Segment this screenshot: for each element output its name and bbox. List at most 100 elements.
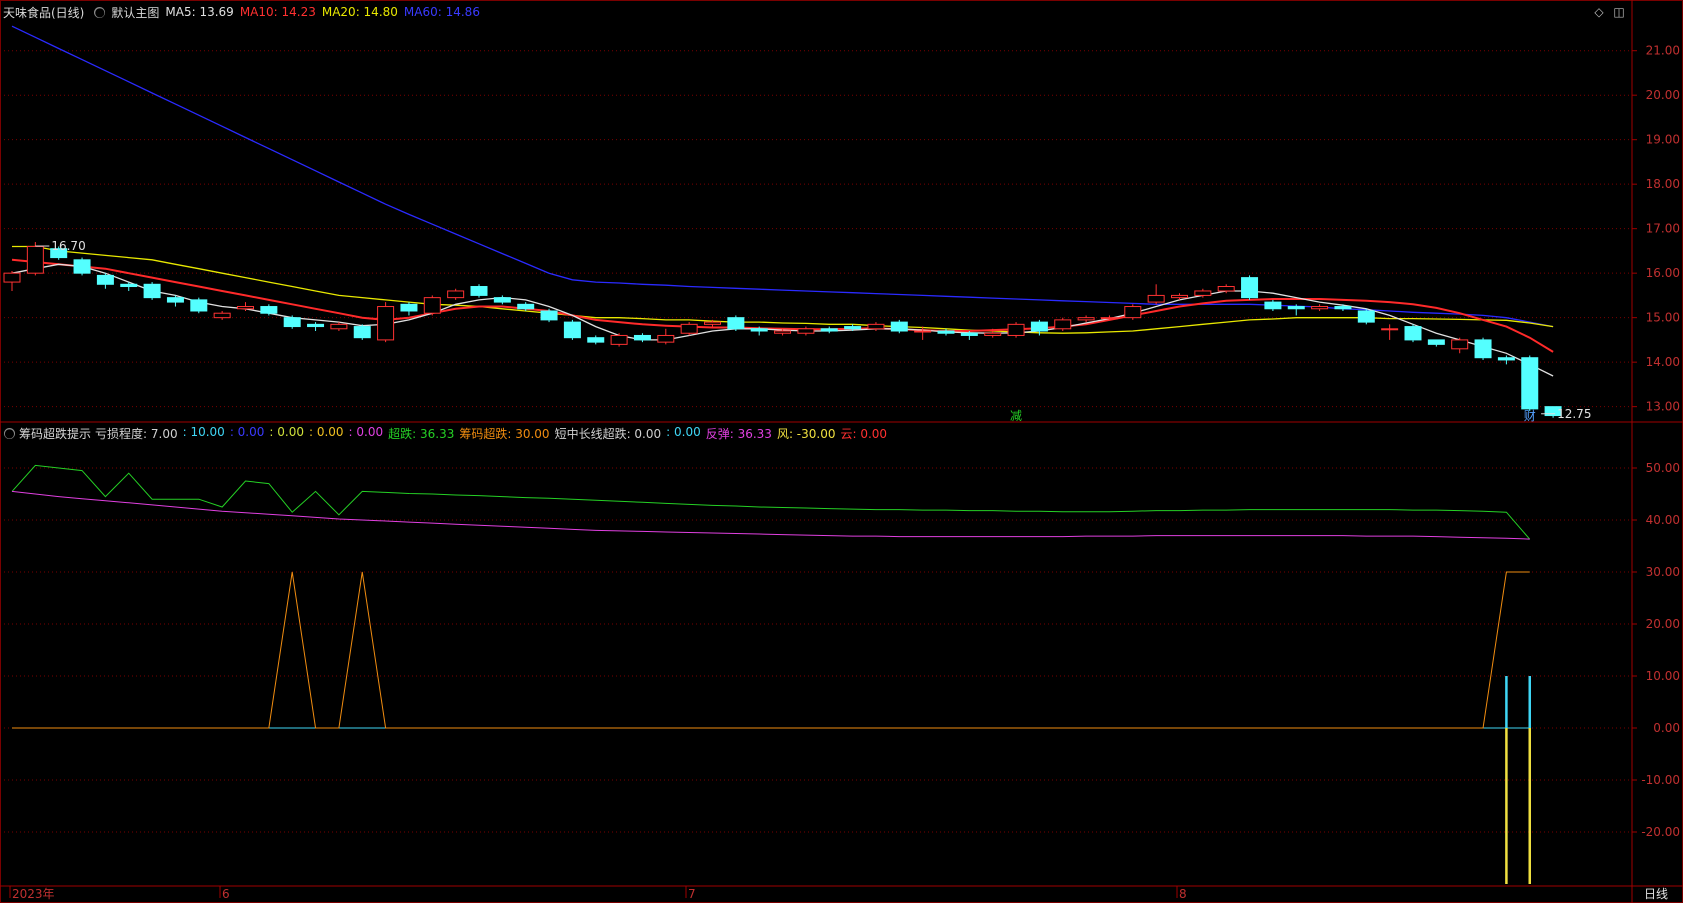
- indicator-value-1: : 10.00: [182, 424, 225, 439]
- indicator-line-反弹: [11, 490, 1530, 540]
- candle-body: [727, 317, 745, 330]
- candle-body: [423, 297, 441, 314]
- candle-body: [1054, 319, 1072, 330]
- candle-body: [260, 306, 278, 314]
- ma60-label: MA60: 14.86: [403, 5, 480, 19]
- period-button[interactable]: 日线: [1644, 887, 1668, 901]
- candle-body: [493, 297, 511, 303]
- candle-body: [330, 323, 348, 330]
- candle-body: [307, 323, 325, 328]
- candle-body: [1124, 306, 1142, 319]
- indicator-value-0: 亏损程度: 7.00: [95, 426, 178, 441]
- indicator-header: ● 筹码超跌提示 亏损程度: 7.00 : 10.00 : 0.00 : 0.00 : …: [0, 424, 1632, 442]
- indicator-name[interactable]: 筹码超跌提示: [19, 425, 91, 442]
- candle-body: [377, 306, 395, 341]
- candle-body: [190, 299, 208, 312]
- price-axis-label: 15.00: [1646, 311, 1680, 325]
- candle-body: [1474, 339, 1492, 359]
- time-axis-label: 6: [222, 887, 230, 901]
- candle-body: [1100, 317, 1118, 320]
- candle-body: [633, 334, 651, 341]
- candle-body: [774, 330, 792, 334]
- candle-body: [1287, 306, 1305, 310]
- candle-body: [1334, 306, 1352, 310]
- price-axis-label: 21.00: [1646, 44, 1680, 58]
- candle-body: [820, 328, 838, 332]
- candle-body: [844, 326, 862, 330]
- indicator-value-4: : 0.00: [308, 424, 344, 439]
- indicator-axis-label: 20.00: [1646, 617, 1680, 631]
- time-axis-label: 2023年: [12, 887, 55, 901]
- candle-body: [213, 312, 231, 319]
- candle-body: [937, 330, 955, 334]
- candle-body: [960, 332, 978, 336]
- candle-body: [353, 326, 371, 339]
- panel-toggle-icon[interactable]: ◫: [1612, 5, 1626, 19]
- low-price-label: 12.75: [1557, 407, 1591, 421]
- candle-body: [1030, 321, 1048, 332]
- candle-body: [1357, 310, 1375, 323]
- ma20-label: MA20: 14.80: [321, 5, 398, 19]
- candle-body: [283, 317, 301, 328]
- ma-line-ma60: [11, 25, 1554, 328]
- ma5-label: MA5: 13.69: [165, 5, 234, 19]
- candle-body: [3, 272, 21, 283]
- outer-frame: [0, 0, 1683, 903]
- candle-body: [1497, 357, 1515, 361]
- candle-body: [73, 259, 91, 274]
- indicator-value-5: : 0.00: [348, 424, 384, 439]
- candle-body: [447, 290, 465, 299]
- stock-title[interactable]: 天味食品(日线): [3, 4, 84, 21]
- candle-body: [750, 328, 768, 332]
- price-axis-label: 20.00: [1646, 88, 1680, 102]
- candle-body: [680, 323, 698, 334]
- indicator-axis-label: 10.00: [1646, 669, 1680, 683]
- settings-circle-icon[interactable]: ●: [94, 6, 106, 18]
- price-axis-label: 18.00: [1646, 177, 1680, 191]
- kline-chart-canvas: 21.00 20.00 19.00 18.00 17.00 16.00 15.00 14.00…: [0, 0, 1683, 903]
- candle-body: [1194, 290, 1212, 296]
- candle-body: [120, 283, 138, 288]
- ma-line-ma10: [11, 258, 1554, 353]
- marker-jian: 减: [1010, 409, 1022, 423]
- candle-body: [563, 321, 581, 339]
- candle-body: [914, 330, 932, 333]
- indicator-value-2: : 0.00: [229, 424, 265, 439]
- indicator-axis-label: -20.00: [1641, 825, 1680, 839]
- candle-body: [1147, 294, 1165, 303]
- indicator-value-7: 筹码超跌: 30.00: [459, 426, 550, 441]
- candle-body: [96, 274, 114, 285]
- time-axis-label: 7: [688, 887, 696, 901]
- price-axis-label: 16.00: [1646, 266, 1680, 280]
- indicator-values: 亏损程度: 7.00 : 10.00 : 0.00 : 0.00 : 0.00 : 0.0…: [95, 425, 887, 442]
- indicator-axis-label: -10.00: [1641, 773, 1680, 787]
- candle-body: [1404, 326, 1422, 341]
- candle-body: [1241, 277, 1259, 299]
- candle-body: [984, 332, 1002, 336]
- indicator-value-3: : 0.00: [269, 424, 304, 439]
- indicator-axis-label: 30.00: [1646, 565, 1680, 579]
- indicator-value-6: 超跌: 36.33: [388, 426, 455, 441]
- price-axis-label: 19.00: [1646, 133, 1680, 147]
- candle-body: [540, 310, 558, 321]
- diamond-icon[interactable]: ◇: [1592, 5, 1606, 19]
- main-chart-label[interactable]: 默认主图: [111, 4, 159, 21]
- indicator-axis-label: 40.00: [1646, 513, 1680, 527]
- ma-line-ma5: [11, 263, 1554, 377]
- indicator-value-10: 反弹: 36.33: [705, 426, 772, 441]
- indicator-axis-label: 0.00: [1653, 721, 1680, 735]
- candle-body: [1427, 339, 1445, 345]
- candle-body: [26, 245, 44, 274]
- indicator-value-12: 云: 0.00: [840, 426, 888, 441]
- candle-body: [610, 334, 628, 345]
- price-axis-label: 13.00: [1646, 400, 1680, 414]
- time-axis-label: 8: [1179, 887, 1187, 901]
- indicator-value-11: 风: -30.00: [776, 426, 836, 441]
- main-chart-header: 天味食品(日线) ● 默认主图 MA5: 13.69 MA10: 14.23 M…: [0, 0, 1632, 24]
- candle-body: [1171, 294, 1188, 299]
- candle-body: [166, 297, 184, 303]
- candle-body: [1077, 317, 1095, 321]
- candle-body: [517, 303, 535, 310]
- indicator-settings-icon[interactable]: ●: [4, 427, 15, 439]
- price-axis-label: 17.00: [1646, 222, 1680, 236]
